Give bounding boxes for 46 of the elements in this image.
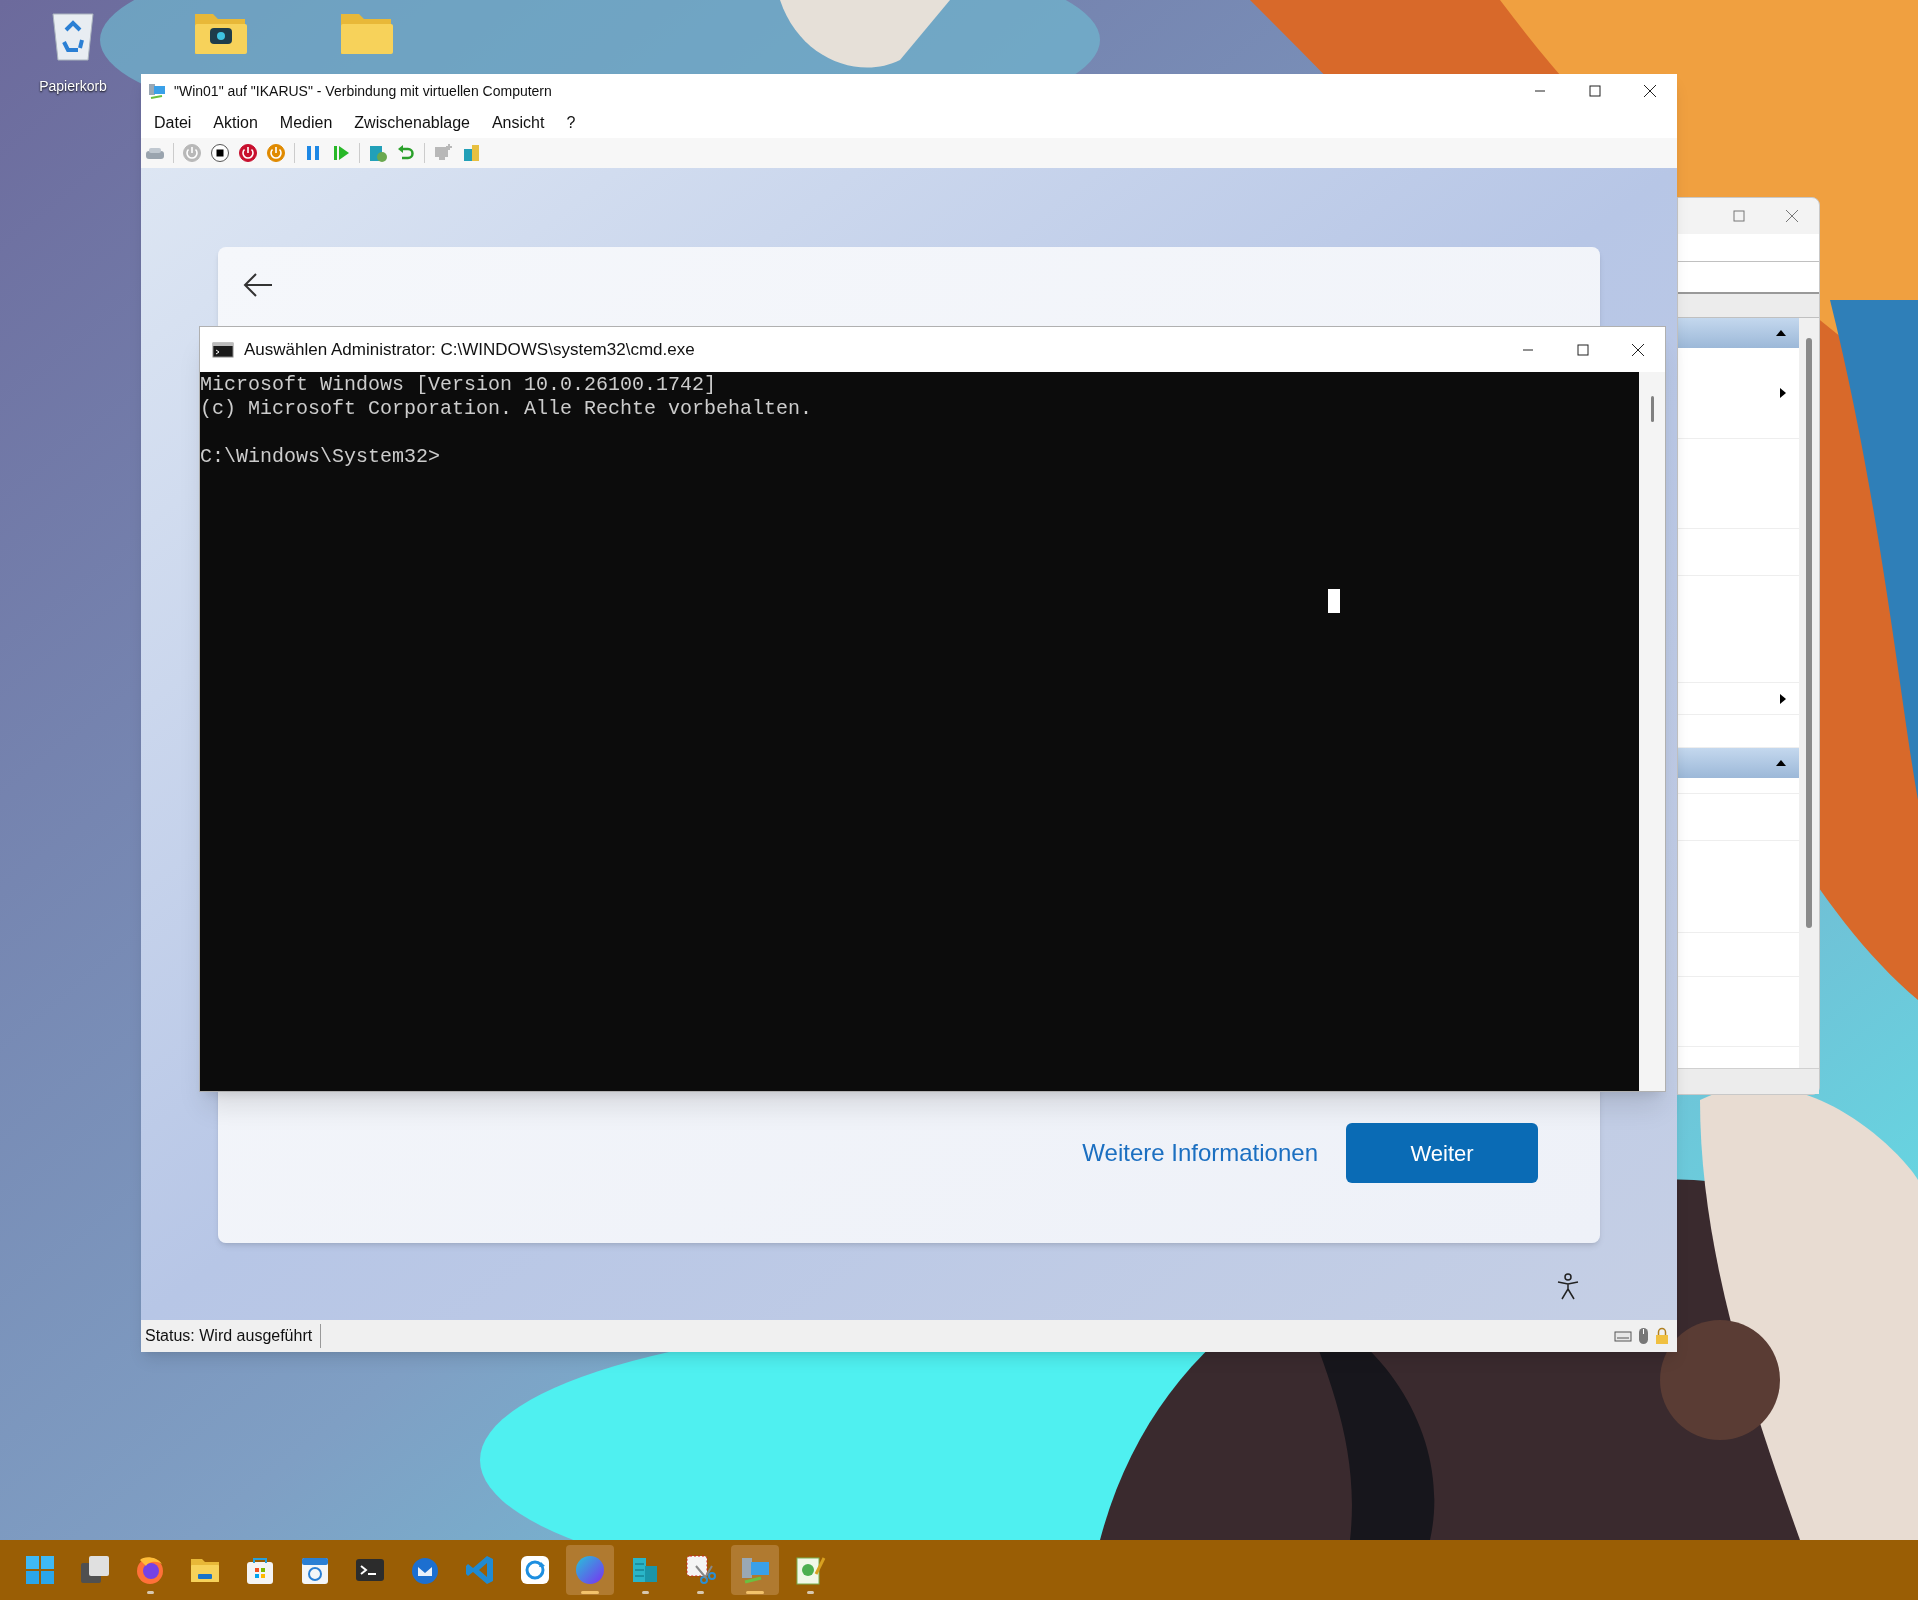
server-icon[interactable] bbox=[461, 143, 481, 163]
next-button[interactable]: Weiter bbox=[1346, 1123, 1538, 1183]
keyboard-icon bbox=[1614, 1330, 1632, 1342]
power-icon[interactable] bbox=[266, 143, 286, 163]
stop-icon[interactable] bbox=[210, 143, 230, 163]
windows-logo-icon[interactable] bbox=[24, 1554, 56, 1586]
console-line: Microsoft Windows [Version 10.0.26100.1742] bbox=[200, 373, 718, 397]
menu-item[interactable]: Datei bbox=[143, 111, 203, 135]
menu-item[interactable]: ? bbox=[555, 111, 587, 135]
back-arrow-icon[interactable] bbox=[242, 271, 274, 299]
console-line: C:\Windows\System32> bbox=[200, 445, 442, 469]
sync-icon[interactable] bbox=[519, 1554, 551, 1586]
notepad-icon[interactable] bbox=[794, 1554, 826, 1586]
scrollbar-thumb[interactable] bbox=[1806, 338, 1812, 928]
lock-icon bbox=[1655, 1327, 1669, 1345]
close-icon[interactable] bbox=[1630, 342, 1645, 357]
scissors-icon[interactable] bbox=[684, 1554, 716, 1586]
canva-logo-icon[interactable] bbox=[574, 1554, 606, 1586]
submenu-arrow-icon bbox=[1779, 692, 1787, 705]
close-icon[interactable] bbox=[1642, 84, 1657, 98]
firefox-icon[interactable] bbox=[134, 1554, 166, 1586]
computer-icon bbox=[148, 83, 166, 99]
taskbar-button[interactable] bbox=[566, 1545, 614, 1595]
maximize-icon[interactable] bbox=[1733, 210, 1745, 222]
menu-item[interactable]: Zwischenablage bbox=[343, 111, 481, 135]
console-icon bbox=[212, 341, 234, 358]
maximize-icon[interactable] bbox=[1588, 85, 1601, 97]
menu-item[interactable]: Aktion bbox=[202, 111, 269, 135]
window-title: "Win01" auf "IKARUS" - Verbindung mit virtuellen Computern bbox=[174, 81, 553, 101]
menu-item[interactable]: Medien bbox=[268, 111, 344, 135]
scrollbar-thumb[interactable] bbox=[1650, 396, 1654, 422]
mouse-icon bbox=[1638, 1327, 1649, 1345]
power-icon[interactable] bbox=[238, 143, 258, 163]
more-info-link[interactable]: Weitere Informationen bbox=[1082, 1135, 1318, 1171]
server-icon[interactable] bbox=[368, 143, 388, 163]
console-line: (c) Microsoft Corporation. Alle Rechte vorbehalten. bbox=[200, 397, 814, 421]
play-icon[interactable] bbox=[331, 143, 351, 163]
menu-item[interactable]: Ansicht bbox=[480, 111, 556, 135]
status-text: Status: Wird ausgeführt bbox=[145, 1324, 322, 1348]
mouse-cursor-icon bbox=[1328, 589, 1340, 613]
maximize-icon[interactable] bbox=[1576, 343, 1589, 356]
task-view-icon[interactable] bbox=[79, 1554, 111, 1586]
accessibility-icon[interactable] bbox=[1556, 1273, 1580, 1301]
window-title: Auswählen Administrator: C:\WINDOWS\system32\cmd.exe bbox=[244, 338, 696, 361]
submenu-arrow-icon bbox=[1779, 387, 1787, 399]
icon-label: Papierkorb bbox=[39, 77, 107, 96]
